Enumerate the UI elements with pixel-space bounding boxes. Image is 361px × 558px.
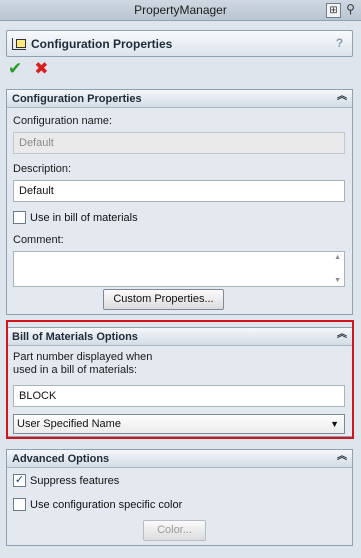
- panel-title: Advanced Options: [12, 453, 110, 465]
- configuration-name-field: Default: [13, 132, 345, 154]
- specific-color-label: Use configuration specific color: [30, 498, 183, 511]
- header-title: Configuration Properties: [31, 36, 173, 51]
- bom-options-panel-header[interactable]: Bill of Materials Options ︽: [7, 328, 352, 346]
- pushpin-icon[interactable]: ⊞: [326, 3, 341, 18]
- suppress-features-row[interactable]: ✓ Suppress features: [13, 474, 119, 487]
- property-manager-header: Configuration Properties ?: [6, 30, 353, 57]
- configuration-properties-panel: Configuration Properties ︽ Configuration…: [6, 89, 353, 315]
- specific-color-row[interactable]: Use configuration specific color: [13, 498, 182, 511]
- close-panel-icon[interactable]: ⚲: [343, 3, 358, 18]
- collapse-icon[interactable]: ︽: [336, 92, 348, 104]
- advanced-options-panel: Advanced Options ︽ ✓ Suppress features U…: [6, 449, 353, 546]
- dropdown-arrow-icon[interactable]: ▼: [330, 415, 339, 433]
- use-in-bom-row[interactable]: Use in bill of materials: [13, 211, 138, 224]
- scroll-down-icon[interactable]: ▼: [334, 277, 341, 284]
- scroll-up-icon[interactable]: ▲: [334, 254, 341, 261]
- comment-label: Comment:: [13, 234, 64, 246]
- cancel-button[interactable]: ✖: [34, 60, 48, 78]
- configuration-properties-panel-header[interactable]: Configuration Properties ︽: [7, 90, 352, 108]
- help-button[interactable]: ?: [331, 35, 348, 52]
- part-number-label-line1: Part number displayed when: [13, 351, 153, 363]
- suppress-features-checkbox[interactable]: ✓: [13, 474, 26, 487]
- part-number-source-select[interactable]: User Specified Name ▼: [13, 414, 345, 434]
- window-title: PropertyManager: [134, 3, 227, 17]
- collapse-icon[interactable]: ︽: [336, 330, 348, 342]
- description-label: Description:: [13, 163, 72, 175]
- specific-color-checkbox[interactable]: [13, 498, 26, 511]
- description-field[interactable]: Default: [13, 180, 345, 202]
- window-titlebar: PropertyManager ⊞ ⚲: [0, 0, 361, 21]
- action-buttons: ✔ ✖: [8, 60, 49, 78]
- ok-button[interactable]: ✔: [8, 60, 22, 78]
- collapse-icon[interactable]: ︽: [336, 452, 348, 464]
- configuration-name-label: Configuration name:: [13, 115, 113, 127]
- suppress-features-label: Suppress features: [30, 474, 120, 487]
- select-value: User Specified Name: [17, 418, 121, 430]
- comment-textarea[interactable]: ▲ ▼: [13, 251, 345, 287]
- part-number-label-line2: used in a bill of materials:: [13, 364, 138, 376]
- part-number-field[interactable]: BLOCK: [13, 385, 345, 407]
- custom-properties-button[interactable]: Custom Properties...: [103, 289, 224, 310]
- color-button[interactable]: Color...: [143, 520, 206, 541]
- use-in-bom-checkbox[interactable]: [13, 211, 26, 224]
- configuration-icon: [12, 37, 26, 50]
- titlebar-icons: ⊞ ⚲: [326, 3, 358, 18]
- comment-scrollbar[interactable]: ▲ ▼: [330, 252, 344, 286]
- bom-options-panel: Bill of Materials Options ︽ Part number …: [6, 327, 353, 437]
- advanced-options-panel-header[interactable]: Advanced Options ︽: [7, 450, 352, 468]
- panel-title: Configuration Properties: [12, 93, 142, 105]
- use-in-bom-label: Use in bill of materials: [30, 211, 138, 224]
- panel-title: Bill of Materials Options: [12, 331, 138, 343]
